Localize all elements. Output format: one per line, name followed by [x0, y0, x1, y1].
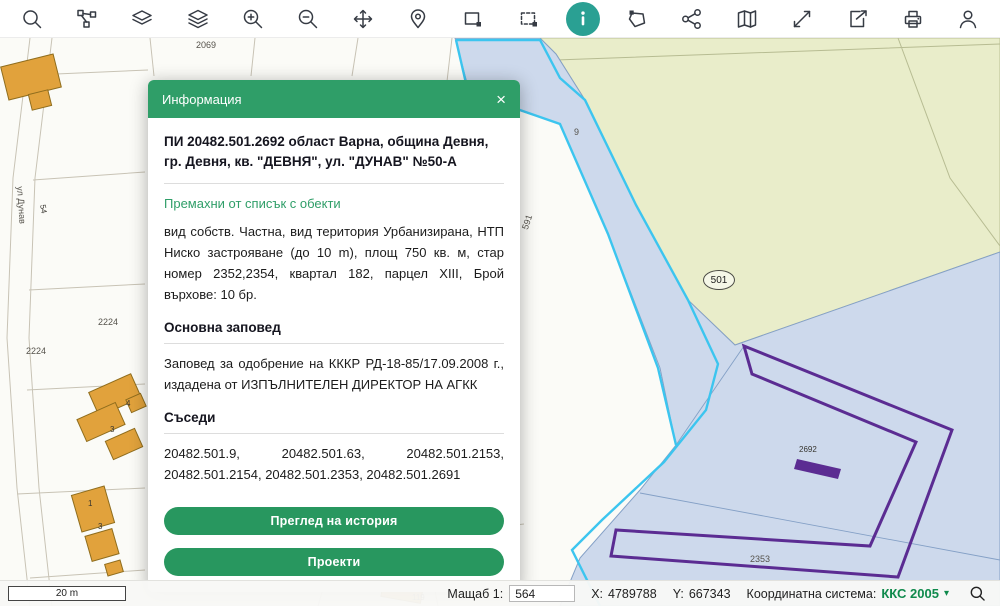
scale-label: Мащаб 1: — [447, 587, 503, 601]
zoom-in-icon — [242, 8, 264, 30]
tool-select-features[interactable] — [69, 1, 105, 37]
map-label: 2224 — [98, 318, 118, 327]
tool-zoom-out[interactable] — [290, 1, 326, 37]
tool-basemap[interactable] — [124, 1, 160, 37]
y-label: Y: — [673, 587, 684, 601]
remove-from-list-link[interactable]: Премахни от списък с обекти — [164, 196, 504, 211]
road-sign-501: 501 — [703, 270, 735, 290]
tool-select-polygon[interactable] — [619, 1, 655, 37]
info-panel-title: Информация — [162, 92, 242, 107]
map-label: 54 — [38, 204, 47, 214]
basemap-icon — [131, 8, 153, 30]
map-label: 9 — [574, 128, 579, 137]
search-icon — [969, 585, 986, 602]
crs-label: Координатна система: — [747, 587, 877, 601]
map-label: 4 — [126, 400, 130, 408]
tool-measure[interactable] — [784, 1, 820, 37]
folded-map-icon — [736, 8, 758, 30]
share-icon — [681, 8, 703, 30]
map-label: 2692 — [799, 446, 817, 454]
main-toolbar — [0, 0, 1000, 38]
parcel-details: вид собств. Частна, вид територия Урбани… — [164, 221, 504, 305]
measure-icon — [791, 8, 813, 30]
section-text-order: Заповед за одобрение на КККР РД-18-85/17… — [164, 353, 504, 395]
projects-button[interactable]: Проекти — [164, 548, 504, 576]
map-label: 1 — [88, 500, 92, 508]
info-panel-body: ПИ 20482.501.2692 област Варна, община Д… — [148, 118, 520, 592]
section-heading-order: Основна заповед — [164, 305, 504, 344]
scale-bar: 20 m — [8, 586, 126, 601]
status-bar: 20 m Мащаб 1: X: 4789788 Y: 667343 Коорд… — [0, 580, 1000, 606]
tool-map-sheets[interactable] — [729, 1, 765, 37]
map-label: 2224 — [26, 347, 46, 356]
y-value: 667343 — [689, 587, 731, 601]
print-icon — [902, 8, 924, 30]
info-panel-header: Информация × — [148, 80, 520, 118]
map-label: 3 — [98, 523, 102, 531]
tool-select-extent[interactable] — [511, 1, 547, 37]
tool-layers[interactable] — [180, 1, 216, 37]
select-polygon-icon — [626, 8, 648, 30]
select-extent-icon — [518, 8, 540, 30]
section-heading-neighbours: Съседи — [164, 395, 504, 434]
crs-dropdown-icon[interactable]: ▾ — [944, 588, 949, 599]
parcel-title: ПИ 20482.501.2692 област Варна, община Д… — [164, 120, 504, 184]
road-sign-label: 501 — [711, 275, 728, 286]
pan-icon — [352, 8, 374, 30]
tool-share[interactable] — [674, 1, 710, 37]
tool-pan[interactable] — [345, 1, 381, 37]
layers-icon — [187, 8, 209, 30]
close-icon[interactable]: × — [496, 91, 506, 108]
zoom-out-icon — [297, 8, 319, 30]
section-text-neighbours: 20482.501.9, 20482.501.63, 20482.501.215… — [164, 443, 504, 485]
export-icon — [847, 8, 869, 30]
history-button[interactable]: Преглед на история — [164, 507, 504, 535]
user-icon — [957, 8, 979, 30]
search-icon — [21, 8, 43, 30]
select-rectangle-icon — [462, 8, 484, 30]
info-panel: Информация × ПИ 20482.501.2692 област Ва… — [148, 80, 520, 592]
street-label: ул Дунав — [15, 186, 27, 224]
map-label: 2353 — [750, 555, 770, 564]
tool-select-rectangle[interactable] — [455, 1, 491, 37]
tool-account[interactable] — [950, 1, 986, 37]
tool-export[interactable] — [840, 1, 876, 37]
info-icon — [572, 8, 594, 30]
statusbar-search-button[interactable] — [969, 585, 986, 602]
select-features-icon — [76, 8, 98, 30]
x-value: 4789788 — [608, 587, 657, 601]
tool-info[interactable] — [566, 2, 600, 36]
tool-zoom-in[interactable] — [235, 1, 271, 37]
map-label: 3 — [110, 426, 114, 434]
crs-value[interactable]: ККС 2005 — [881, 586, 939, 601]
tool-locate[interactable] — [400, 1, 436, 37]
scale-input[interactable] — [509, 585, 575, 602]
location-pin-icon — [407, 8, 429, 30]
x-label: X: — [591, 587, 603, 601]
tool-print[interactable] — [895, 1, 931, 37]
tool-search[interactable] — [14, 1, 50, 37]
map-label: 2069 — [196, 41, 216, 50]
